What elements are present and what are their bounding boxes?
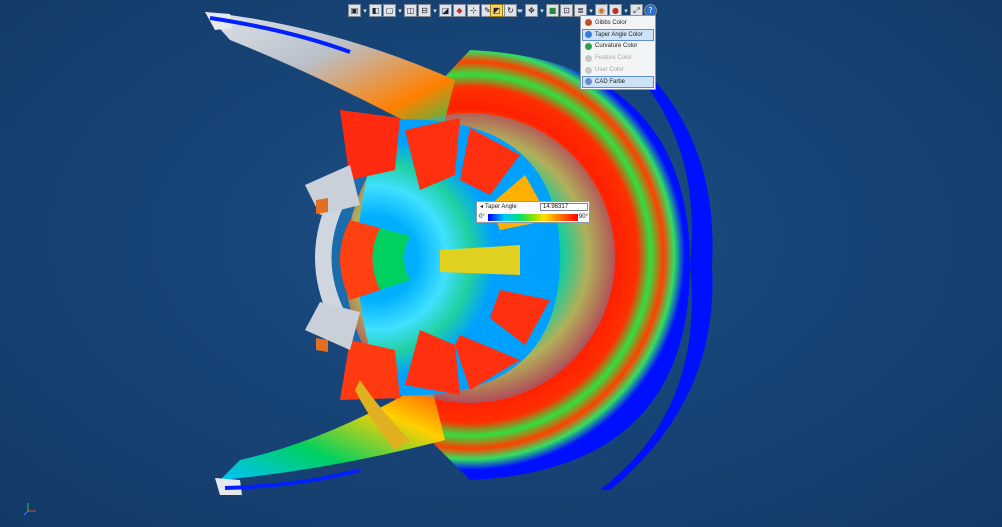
- menu-item-cad-farbe[interactable]: CAD Farbe: [582, 75, 654, 88]
- user-color-icon: [585, 66, 592, 74]
- chevron-down-icon[interactable]: ▾: [539, 4, 545, 17]
- taper-angle-value: 14.96317: [540, 203, 588, 211]
- menu-item-label: Gibbs Color: [595, 19, 627, 26]
- section-icon[interactable]: ⊟: [418, 4, 431, 17]
- menu-item-gibbs-color[interactable]: Gibbs Color: [582, 17, 654, 29]
- view-cube-icon[interactable]: ▣: [348, 4, 361, 17]
- pin-icon[interactable]: ◂: [480, 203, 483, 210]
- select-icon[interactable]: ◪: [439, 4, 452, 17]
- menu-item-label: Curvature Color: [595, 43, 638, 50]
- feature-color-icon: [585, 54, 592, 62]
- scale-max-label: 90°: [578, 214, 588, 220]
- menu-item-curvature-color[interactable]: Curvature Color: [582, 41, 654, 53]
- curvature-color-icon: [585, 42, 592, 50]
- taper-angle-color-icon: [585, 31, 592, 39]
- chevron-down-icon[interactable]: ▾: [397, 4, 403, 17]
- scale-min-label: 0°: [479, 214, 485, 220]
- gibbs-color-icon: [585, 19, 592, 27]
- chevron-down-icon[interactable]: ▾: [518, 4, 524, 17]
- dimension-icon[interactable]: ⊡: [560, 4, 573, 17]
- taper-angle-label: Taper Angle: [485, 203, 517, 210]
- menu-item-feature-color[interactable]: Feature Color: [582, 52, 654, 64]
- taper-angle-label-group: ◂ Taper Angle: [480, 203, 517, 211]
- color-scale-bar: [488, 214, 578, 221]
- shaded-view-icon[interactable]: ◧: [369, 4, 382, 17]
- color-body-icon[interactable]: ◆: [453, 4, 466, 17]
- highlight-icon[interactable]: ◩: [490, 4, 503, 17]
- menu-item-label: CAD Farbe: [595, 78, 626, 85]
- color-mode-menu: Gibbs Color Taper Angle Color Curvature …: [580, 15, 656, 90]
- hidden-line-icon[interactable]: ◫: [404, 4, 417, 17]
- menu-item-label: Taper Angle Color: [595, 31, 643, 38]
- menu-item-user-color[interactable]: User Color: [582, 64, 654, 76]
- part-color-icon[interactable]: ■: [546, 4, 559, 17]
- taper-angle-tooltip: ◂ Taper Angle 14.96317 0° 90°: [476, 201, 590, 223]
- wireframe-icon[interactable]: ▢: [383, 4, 396, 17]
- 3d-model-viewport[interactable]: [0, 0, 1002, 527]
- chevron-down-icon[interactable]: ▾: [362, 4, 368, 17]
- cad-color-icon: [585, 78, 592, 86]
- axis-triad-icon: [23, 503, 36, 516]
- chevron-down-icon[interactable]: ▾: [432, 4, 438, 17]
- menu-item-label: Feature Color: [595, 55, 632, 62]
- menu-item-taper-angle-color[interactable]: Taper Angle Color: [582, 28, 654, 41]
- menu-item-label: User Color: [595, 67, 624, 74]
- move-icon[interactable]: ✥: [525, 4, 538, 17]
- rotate-icon[interactable]: ↻: [504, 4, 517, 17]
- measure-icon[interactable]: ⊹: [467, 4, 480, 17]
